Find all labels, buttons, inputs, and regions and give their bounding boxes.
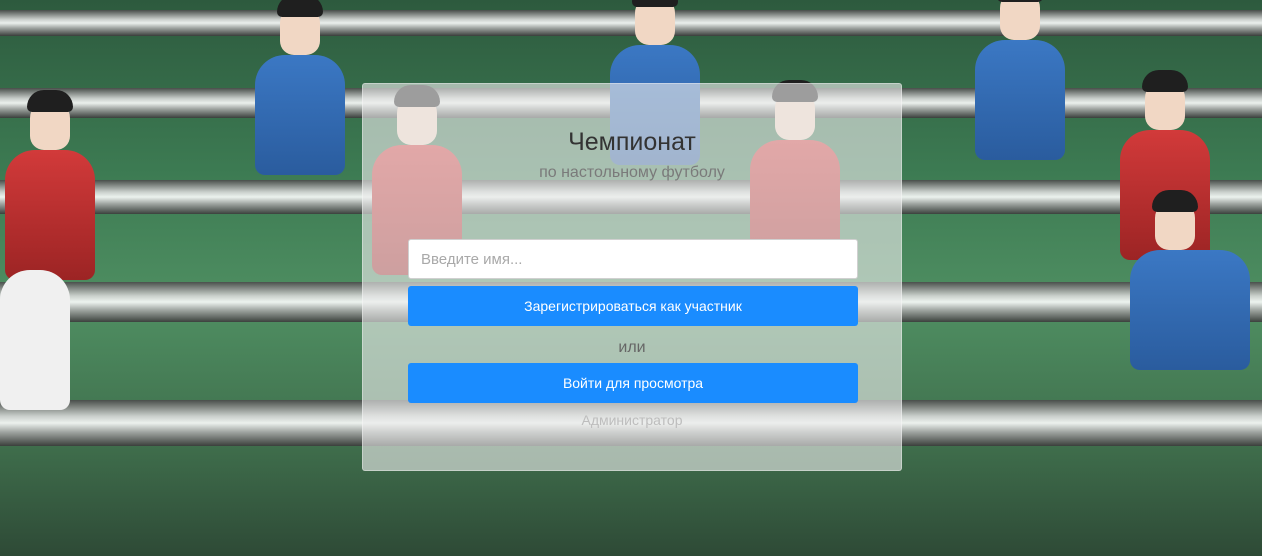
foosball-rod	[0, 10, 1262, 36]
page-title: Чемпионат	[568, 128, 696, 156]
foosball-player	[255, 0, 345, 175]
foosball-player	[0, 270, 70, 410]
register-participant-button[interactable]: Зарегистрироваться как участник	[408, 286, 858, 326]
foosball-player	[975, 0, 1065, 160]
login-view-button[interactable]: Войти для просмотра	[408, 363, 858, 403]
page-subtitle: по настольному футболу	[539, 164, 725, 181]
name-input[interactable]	[408, 239, 858, 279]
or-separator: или	[618, 339, 646, 356]
login-card: Чемпионат по настольному футболу Зарегис…	[362, 83, 902, 471]
foosball-player	[1130, 190, 1250, 370]
foosball-player	[5, 90, 95, 280]
admin-link[interactable]: Администратор	[363, 412, 901, 428]
